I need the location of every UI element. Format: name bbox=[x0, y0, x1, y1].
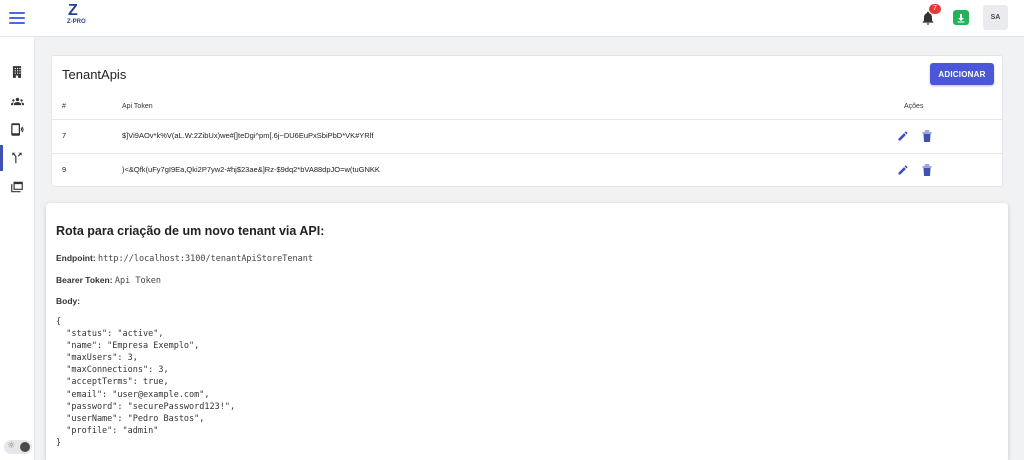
add-button[interactable]: ADICIONAR bbox=[930, 63, 994, 85]
delete-icon[interactable] bbox=[921, 129, 933, 143]
column-header-id: # bbox=[62, 103, 66, 110]
edit-icon[interactable] bbox=[897, 164, 909, 176]
menu-icon[interactable] bbox=[9, 10, 25, 26]
sidebar-item-users[interactable] bbox=[0, 88, 35, 114]
sidebar-item-connections[interactable] bbox=[0, 116, 35, 142]
download-icon bbox=[957, 14, 965, 23]
api-fork-icon bbox=[12, 152, 22, 164]
logo-mark: Z bbox=[68, 2, 78, 19]
top-header: Z Z-PRO 7 SA bbox=[0, 0, 1024, 37]
delete-icon[interactable] bbox=[921, 163, 933, 177]
sidebar-item-tenant-apis[interactable] bbox=[0, 145, 35, 171]
row-id: 7 bbox=[62, 131, 67, 140]
edit-icon[interactable] bbox=[897, 130, 909, 142]
app-logo[interactable]: Z Z-PRO bbox=[55, 2, 100, 35]
users-icon bbox=[11, 97, 24, 106]
api-info-card: Rota para criação de um novo tenant via … bbox=[46, 203, 1008, 460]
row-id: 9 bbox=[62, 165, 67, 174]
notification-badge: 7 bbox=[929, 4, 941, 14]
phone-connect-icon bbox=[11, 123, 24, 136]
body-json-code: { "status": "active", "name": "Empresa E… bbox=[56, 317, 236, 448]
building-icon bbox=[12, 66, 22, 78]
user-avatar[interactable]: SA bbox=[983, 5, 1008, 30]
logo-text: Z-PRO bbox=[67, 19, 86, 25]
api-info-title: Rota para criação de um novo tenant via … bbox=[56, 224, 325, 238]
column-header-actions: Ações bbox=[904, 103, 924, 110]
download-button[interactable] bbox=[953, 10, 969, 25]
sidebar-item-companies[interactable] bbox=[0, 59, 35, 85]
row-token: $]Vi9AOv*k%V(aL.W:2ZibUx)we#[]teDgi^pm[.… bbox=[122, 131, 374, 140]
sun-icon: ☼ bbox=[7, 441, 16, 451]
table-row: 7 $]Vi9AOv*k%V(aL.W:2ZibUx)we#[]teDgi^pm… bbox=[52, 119, 1002, 153]
sidebar: ☼ bbox=[0, 37, 35, 460]
bearer-line: Bearer Token: Api Token bbox=[56, 275, 161, 286]
theme-toggle[interactable]: ☼ bbox=[4, 440, 32, 454]
body-label: Body: bbox=[56, 296, 81, 306]
card-title: TenantApis bbox=[62, 67, 127, 82]
bearer-value: Api Token bbox=[114, 276, 161, 286]
toggle-knob bbox=[20, 442, 30, 452]
column-header-token: Api Token bbox=[122, 103, 153, 110]
tenant-apis-card: TenantApis ADICIONAR # Api Token Ações 7… bbox=[51, 55, 1003, 187]
endpoint-line: Endpoint: http://localhost:3100/tenantAp… bbox=[56, 253, 313, 264]
endpoint-label: Endpoint: bbox=[56, 253, 96, 263]
row-token: )<&Qfk(uFy7gI9Ea,Qki2P7yw2-#hj$23ae&]Rz-… bbox=[122, 165, 380, 174]
endpoint-value: http://localhost:3100/tenantApiStoreTena… bbox=[98, 254, 313, 264]
window-stack-icon bbox=[11, 181, 23, 193]
sidebar-item-windows[interactable] bbox=[0, 174, 35, 200]
table-row: 9 )<&Qfk(uFy7gI9Ea,Qki2P7yw2-#hj$23ae&]R… bbox=[52, 153, 1002, 187]
bearer-label: Bearer Token: bbox=[56, 275, 113, 285]
